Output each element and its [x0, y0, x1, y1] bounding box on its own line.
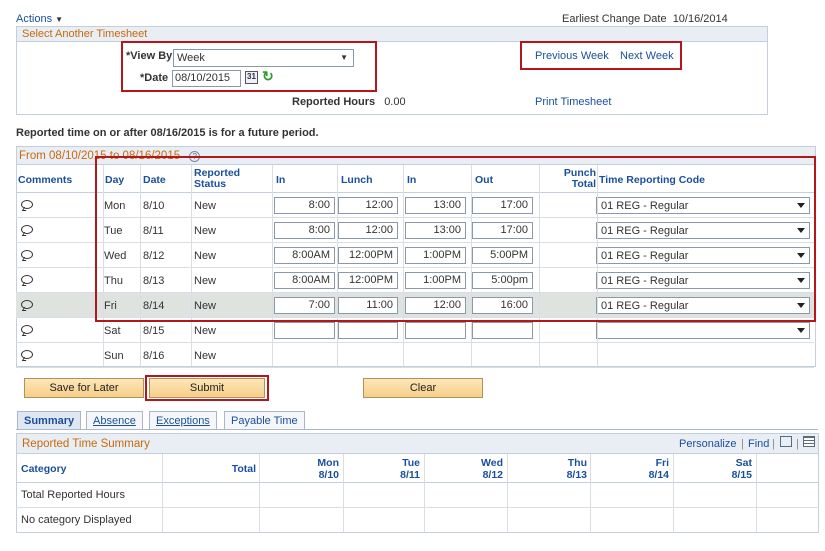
summary-col-day-date: 8/13	[566, 469, 587, 481]
separator: |	[741, 438, 744, 450]
summary-col-day-name: Sat	[735, 457, 752, 469]
reported-hours-label: Reported Hours	[292, 96, 376, 108]
date-label: *Date	[140, 72, 169, 84]
comment-icon[interactable]	[21, 225, 33, 234]
summary-column-divider	[162, 454, 163, 532]
chevron-down-icon: ▼	[340, 53, 348, 62]
summary-col-category: Category	[21, 463, 67, 475]
summary-col-day-name: Thu	[567, 457, 587, 469]
tab-divider	[16, 429, 818, 430]
separator-2: |	[772, 438, 775, 450]
summary-column-divider	[673, 454, 674, 532]
summary-col-day: Tue 8/11	[380, 457, 420, 481]
actions-label: Actions	[16, 13, 53, 25]
tab-summary[interactable]: Summary	[17, 411, 82, 430]
time-entry-highlight	[95, 156, 816, 322]
summary-col-day-name: Wed	[481, 457, 503, 469]
summary-row-divider	[16, 507, 819, 508]
summary-column-divider	[507, 454, 508, 532]
personalize-link[interactable]: Personalize	[679, 438, 736, 450]
view-by-select[interactable]: Week ▼	[173, 49, 354, 67]
summary-column-divider	[756, 454, 757, 532]
reported-hours-value: 0.00	[384, 96, 406, 108]
next-week-link[interactable]: Next Week	[620, 50, 674, 62]
col-comments: Comments	[18, 174, 73, 186]
select-timesheet-header: Select Another Timesheet	[17, 27, 767, 42]
summary-col-day-name: Tue	[402, 457, 420, 469]
row-date: 8/15	[143, 325, 165, 337]
previous-week-link[interactable]: Previous Week	[535, 50, 609, 62]
in-2-time-input[interactable]	[405, 322, 466, 339]
separator-3: |	[796, 438, 799, 450]
summary-col-day: Wed 8/12	[463, 457, 503, 481]
view-all-icon[interactable]	[780, 436, 792, 447]
comment-icon[interactable]	[21, 325, 33, 334]
summary-col-day: Thu 8/13	[547, 457, 587, 481]
save-for-later-button[interactable]: Save for Later	[24, 378, 144, 398]
reported-hours: Reported Hours 0.00	[292, 96, 406, 108]
summary-col-day: Sat 8/15	[712, 457, 752, 481]
submit-button[interactable]: Submit	[149, 378, 265, 398]
summary-column-divider	[590, 454, 591, 532]
lunch-time-input[interactable]	[338, 322, 398, 339]
summary-title: Reported Time Summary	[22, 438, 150, 450]
clear-button[interactable]: Clear	[363, 378, 483, 398]
view-by-label: *View By	[126, 50, 173, 62]
in-time-input[interactable]	[274, 322, 335, 339]
summary-row-no-category: No category Displayed	[21, 514, 132, 526]
summary-col-total: Total	[231, 463, 256, 475]
comment-icon[interactable]	[21, 250, 33, 259]
earliest-change-date: Earliest Change Date 10/16/2014	[562, 13, 728, 25]
tab-absence[interactable]: Absence	[86, 411, 143, 430]
summary-col-day-name: Fri	[655, 457, 669, 469]
summary-col-day-date: 8/10	[318, 469, 339, 481]
row-date: 8/16	[143, 350, 165, 362]
summary-header-divider	[16, 482, 819, 483]
chevron-down-icon: ▼	[55, 15, 64, 24]
out-time-input[interactable]	[472, 322, 533, 339]
row-status: New	[194, 350, 217, 362]
calendar-icon[interactable]: 31	[245, 71, 258, 84]
comment-icon[interactable]	[21, 275, 33, 284]
table-row: Sun 8/16 New	[16, 343, 814, 368]
date-input[interactable]: 08/10/2015	[172, 70, 241, 87]
tab-payable-time[interactable]: Payable Time	[224, 411, 305, 430]
future-period-notice: Reported time on or after 08/16/2015 is …	[16, 127, 319, 139]
comment-icon[interactable]	[21, 200, 33, 209]
row-day: Sun	[104, 350, 124, 362]
summary-column-divider	[259, 454, 260, 532]
earliest-change-value: 10/16/2014	[672, 13, 728, 25]
row-status: New	[194, 325, 217, 337]
actions-menu[interactable]: Actions ▼	[16, 13, 63, 25]
earliest-change-label: Earliest Change Date	[562, 13, 667, 25]
summary-col-day-name: Mon	[317, 457, 339, 469]
summary-column-divider	[424, 454, 425, 532]
comment-icon[interactable]	[21, 300, 33, 309]
select-timesheet-title: Select Another Timesheet	[22, 28, 148, 40]
time-reporting-code-select[interactable]	[596, 322, 810, 339]
summary-col-day-date: 8/14	[648, 469, 669, 481]
summary-col-day-date: 8/11	[400, 469, 420, 481]
find-link[interactable]: Find	[748, 438, 769, 450]
download-grid-icon[interactable]	[803, 436, 815, 447]
summary-col-day-date: 8/15	[731, 469, 752, 481]
summary-column-divider	[343, 454, 344, 532]
tab-exceptions[interactable]: Exceptions	[149, 411, 217, 430]
row-day: Sat	[104, 325, 121, 337]
summary-col-day: Fri 8/14	[629, 457, 669, 481]
summary-col-day-date: 8/12	[482, 469, 503, 481]
summary-col-day: Mon 8/10	[299, 457, 339, 481]
print-timesheet-link[interactable]: Print Timesheet	[535, 96, 611, 108]
refresh-icon[interactable]: ↻	[262, 68, 274, 85]
view-by-value: Week	[177, 52, 205, 64]
chevron-down-icon	[797, 328, 805, 333]
summary-row-total-reported-hours: Total Reported Hours	[21, 489, 125, 501]
comment-icon[interactable]	[21, 350, 33, 359]
